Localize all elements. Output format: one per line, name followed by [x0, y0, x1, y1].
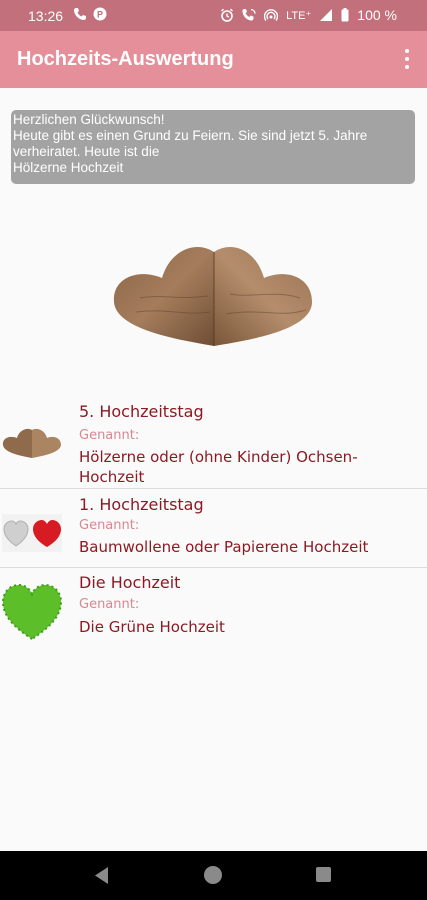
item-label: Genannt: [79, 428, 140, 443]
list-item[interactable]: 1. Hochzeitstag Genannt: Baumwollene ode… [0, 489, 427, 567]
wooden-hearts-thumbnail [2, 428, 61, 458]
hotspot-icon [264, 9, 279, 21]
status-left-icons: P [73, 7, 107, 21]
phone-icon [74, 8, 86, 20]
app-title: Hochzeits-Auswertung [17, 48, 234, 70]
app-bar: Hochzeits-Auswertung [0, 31, 427, 88]
battery-level: 100 % [357, 7, 397, 23]
item-value: Baumwollene oder Papierene Hochzeit [79, 538, 369, 556]
back-icon[interactable] [95, 867, 109, 884]
item-title: Die Hochzeit [79, 573, 181, 592]
item-label: Genannt: [79, 597, 140, 612]
app-notification-icon: P [93, 7, 107, 21]
system-nav-bar [0, 851, 427, 900]
wooden-hearts-image [113, 247, 312, 346]
more-vert-icon[interactable] [401, 49, 413, 69]
status-time: 13:26 [28, 8, 64, 24]
item-label: Genannt: [79, 518, 140, 533]
status-right-icons: LTE⁺ 100 % [220, 7, 397, 23]
svg-text:P: P [97, 10, 103, 20]
list-item[interactable]: 5. Hochzeitstag Genannt: Hölzerne oder (… [0, 396, 427, 488]
home-icon[interactable] [204, 866, 222, 884]
item-value: Hölzerne oder (ohne Kinder) Ochsen-Hochz… [79, 448, 358, 486]
network-type: LTE⁺ [286, 9, 312, 22]
item-title: 1. Hochzeitstag [79, 495, 204, 514]
green-heart-thumbnail [2, 583, 62, 641]
status-bar: 13:26 P LTE⁺ 100 % [0, 0, 427, 31]
cotton-paper-hearts-thumbnail [2, 514, 62, 552]
list-item[interactable]: Die Hochzeit Genannt: Die Grüne Hochzeit [0, 568, 427, 643]
item-title: 5. Hochzeitstag [79, 402, 204, 421]
battery-icon [341, 8, 349, 22]
signal-icon [320, 9, 333, 21]
wifi-call-icon [242, 8, 256, 21]
alarm-icon [221, 8, 234, 22]
congrats-message: Herzlichen Glückwunsch! Heute gibt es ei… [11, 110, 415, 184]
item-value: Die Grüne Hochzeit [79, 618, 225, 636]
recent-apps-icon[interactable] [316, 867, 331, 882]
